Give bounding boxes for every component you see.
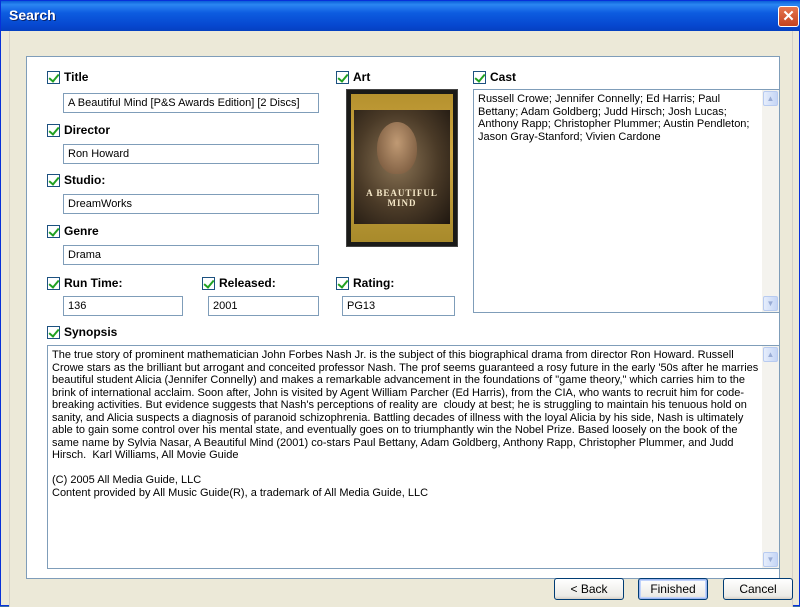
studio-label: Studio: <box>64 173 106 187</box>
checkbox-checked-icon[interactable] <box>47 325 60 339</box>
finished-button[interactable]: Finished <box>638 578 708 600</box>
released-checkbox[interactable]: Released: <box>202 275 276 291</box>
cast-scrollbar[interactable]: ▲ ▼ <box>762 90 779 312</box>
checkbox-checked-icon[interactable] <box>47 70 60 84</box>
scroll-down-icon[interactable]: ▼ <box>763 296 778 311</box>
title-field[interactable]: A Beautiful Mind [P&S Awards Edition] [2… <box>63 93 319 113</box>
cast-textarea[interactable]: Russell Crowe; Jennifer Connelly; Ed Har… <box>473 89 780 313</box>
released-label: Released: <box>219 276 276 290</box>
synopsis-checkbox[interactable]: Synopsis <box>47 324 117 340</box>
art-checkbox[interactable]: Art <box>336 69 370 85</box>
checkbox-checked-icon[interactable] <box>47 123 60 137</box>
rating-checkbox[interactable]: Rating: <box>336 275 394 291</box>
studio-field[interactable]: DreamWorks <box>63 194 319 214</box>
released-field[interactable]: 2001 <box>208 296 319 316</box>
scroll-up-icon[interactable]: ▲ <box>763 347 778 362</box>
checkbox-checked-icon[interactable] <box>336 70 349 84</box>
scroll-down-icon[interactable]: ▼ <box>763 552 778 567</box>
checkbox-checked-icon[interactable] <box>47 173 60 187</box>
art-label: Art <box>353 70 371 84</box>
synopsis-scrollbar[interactable]: ▲ ▼ <box>762 346 779 568</box>
run-time-label: Run Time: <box>64 276 123 290</box>
rating-field[interactable]: PG13 <box>342 296 455 316</box>
genre-checkbox[interactable]: Genre <box>47 223 99 239</box>
title-bar[interactable]: Search ✕ <box>1 1 800 31</box>
window-title: Search <box>9 7 56 23</box>
cast-label: Cast <box>490 70 517 84</box>
scroll-up-icon[interactable]: ▲ <box>763 91 778 106</box>
director-field[interactable]: Ron Howard <box>63 144 319 164</box>
title-label: Title <box>64 70 89 84</box>
back-button[interactable]: < Back <box>554 578 624 600</box>
title-checkbox[interactable]: Title <box>47 69 88 85</box>
studio-checkbox[interactable]: Studio: <box>47 172 105 188</box>
movie-cover-art: A BEAUTIFUL MIND <box>346 89 458 247</box>
checkbox-checked-icon[interactable] <box>202 276 215 290</box>
synopsis-textarea[interactable]: The true story of prominent mathematicia… <box>47 345 780 569</box>
run-time-checkbox[interactable]: Run Time: <box>47 275 122 291</box>
poster-title: A BEAUTIFUL MIND <box>366 188 438 208</box>
director-checkbox[interactable]: Director <box>47 122 110 138</box>
cast-text: Russell Crowe; Jennifer Connelly; Ed Har… <box>478 93 753 143</box>
cast-checkbox[interactable]: Cast <box>473 69 516 85</box>
search-dialog: Search ✕ Title A Beautiful Mind [P&S Awa… <box>0 0 800 607</box>
synopsis-label: Synopsis <box>64 325 118 339</box>
director-label: Director <box>64 123 111 137</box>
checkbox-checked-icon[interactable] <box>47 276 60 290</box>
checkbox-checked-icon[interactable] <box>473 70 486 84</box>
run-time-field[interactable]: 136 <box>63 296 183 316</box>
cancel-button[interactable]: Cancel <box>723 578 793 600</box>
checkbox-checked-icon[interactable] <box>336 276 349 290</box>
synopsis-text: The true story of prominent mathematicia… <box>52 349 759 499</box>
rating-label: Rating: <box>353 276 395 290</box>
genre-label: Genre <box>64 224 99 238</box>
genre-field[interactable]: Drama <box>63 245 319 265</box>
checkbox-checked-icon[interactable] <box>47 224 60 238</box>
close-button[interactable]: ✕ <box>778 6 799 27</box>
